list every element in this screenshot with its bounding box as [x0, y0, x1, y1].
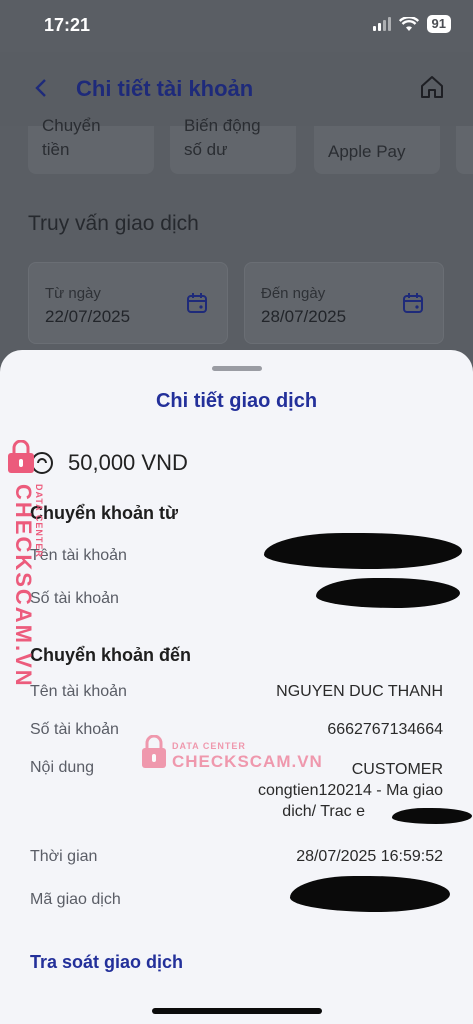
quick-action-line1: Biến động [184, 116, 261, 135]
sheet-title: Chi tiết giao dịch [155, 390, 318, 412]
to-date-label: Đến ngày [261, 285, 326, 302]
lock-icon [142, 735, 166, 768]
dispute-link[interactable]: Tra soát giao dịch [30, 952, 183, 973]
from-date-field[interactable]: Từ ngày 22/07/2025 [28, 262, 228, 344]
status-time: 17:21 [44, 15, 91, 35]
watermark-vertical: CHECKSCAM.VN DATA CENTER [6, 440, 46, 688]
from-date-label: Từ ngày [45, 285, 101, 302]
to-name-label: Tên tài khoản [30, 683, 127, 700]
chevron-left-icon [35, 79, 46, 97]
transaction-detail-sheet: Chi tiết giao dịch 50,000 VND Chuyển kho… [0, 350, 473, 1024]
watermark-brand: CHECKSCAM.VN [172, 752, 323, 771]
calendar-icon [403, 293, 423, 313]
to-section-title: Chuyển khoản đến [30, 645, 192, 665]
amount-row: 50,000 VND [30, 450, 188, 476]
quick-action-transfer[interactable]: Chuyển tiền [28, 116, 154, 174]
watermark-brand: CHECKSCAM.VN [11, 484, 36, 688]
quick-action-balance[interactable]: Biến động số dư [170, 116, 296, 174]
quick-actions: Chuyển tiền Biến động số dư Apple Pay [28, 116, 473, 174]
back-button[interactable] [34, 76, 48, 102]
quick-action-more[interactable] [456, 126, 473, 174]
watermark-center: DATA CENTER CHECKSCAM.VN [140, 735, 322, 775]
to-number-label: Số tài khoản [30, 721, 119, 738]
to-date-value: 28/07/2025 [261, 307, 347, 326]
redaction-mark [316, 578, 460, 608]
redaction-mark [392, 808, 472, 824]
home-icon [421, 76, 443, 98]
time-value: 28/07/2025 16:59:52 [296, 848, 443, 865]
redaction-mark [264, 533, 462, 569]
content-line: congtien120214 - Ma giao [257, 782, 443, 799]
status-icons: 91 [372, 15, 451, 33]
from-date-value: 22/07/2025 [45, 307, 131, 326]
status-bar: 17:21 91 [0, 0, 473, 52]
from-section-title: Chuyển khoản từ [30, 503, 179, 523]
page-title: Chi tiết tài khoản [76, 76, 254, 101]
to-number-value: 6662767134664 [327, 721, 443, 738]
battery-icon: 91 [426, 15, 451, 33]
sheet-grabber[interactable] [212, 366, 262, 371]
home-button[interactable] [419, 74, 445, 105]
to-name-value: NGUYEN DUC THANH [276, 683, 443, 700]
quick-action-apple-pay[interactable]: Apple Pay [314, 126, 440, 174]
txn-id-label: Mã giao dịch [30, 891, 121, 908]
signal-icon [372, 17, 391, 31]
quick-action-line2: số dư [184, 140, 228, 159]
quick-action-line1: Chuyển [42, 116, 101, 135]
watermark-tagline: DATA CENTER [172, 741, 246, 751]
time-label: Thời gian [30, 848, 98, 865]
amount-value: 50,000 VND [68, 450, 188, 475]
wifi-icon [398, 16, 419, 31]
watermark-tagline: DATA CENTER [34, 484, 44, 558]
quick-action-line2: tiền [42, 140, 70, 159]
content-label: Nội dung [30, 759, 95, 776]
redaction-mark [290, 876, 450, 912]
calendar-icon [187, 293, 207, 313]
quick-action-label: Apple Pay [328, 142, 406, 161]
app-header: Chi tiết tài khoản [0, 52, 473, 126]
home-indicator [152, 1008, 322, 1014]
to-date-field[interactable]: Đến ngày 28/07/2025 [244, 262, 444, 344]
lock-icon [8, 440, 34, 473]
query-title: Truy vấn giao dịch [28, 212, 199, 235]
